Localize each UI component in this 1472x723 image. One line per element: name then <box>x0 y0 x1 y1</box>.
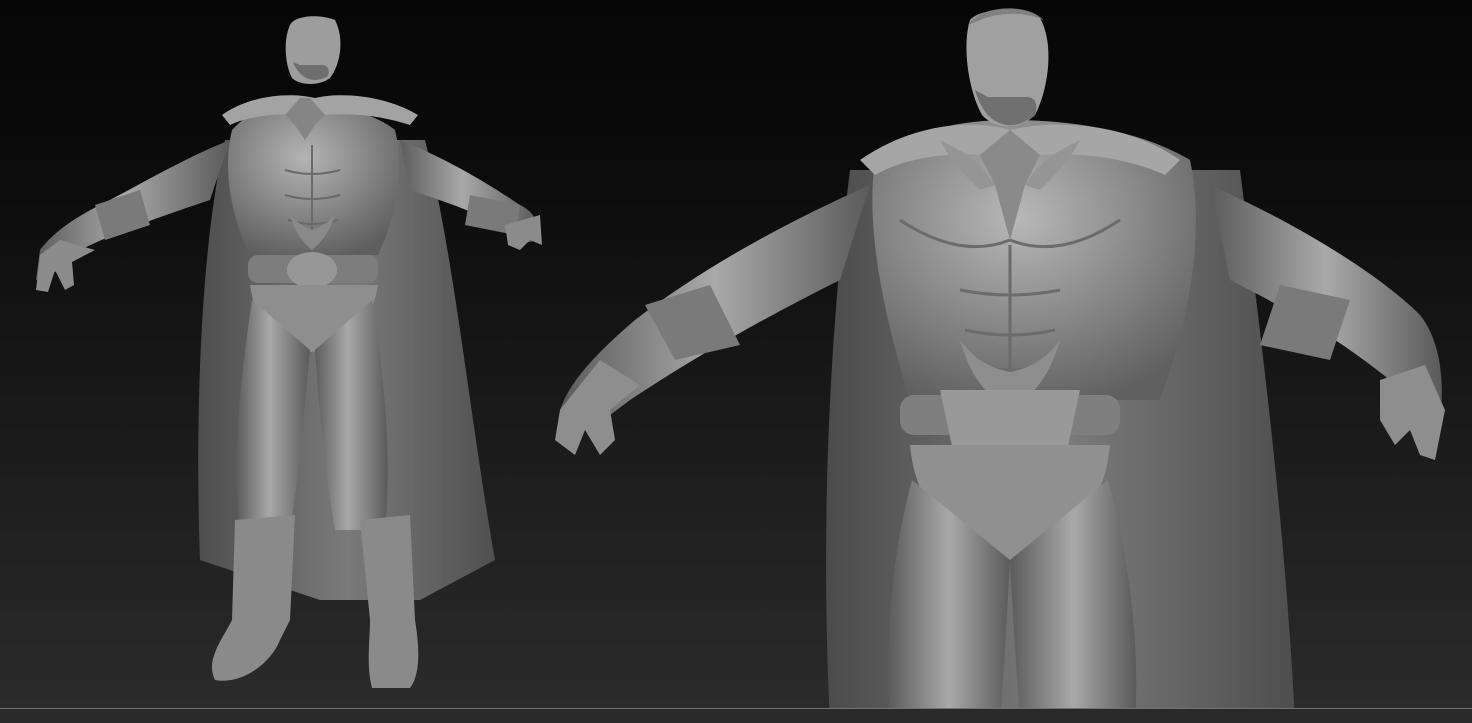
right-boot <box>360 515 419 688</box>
sculpt-viewport[interactable] <box>0 0 1472 723</box>
full-body-figure[interactable] <box>0 0 560 723</box>
belt-buckle <box>287 252 337 288</box>
bottom-status-strip <box>0 709 1472 723</box>
left-bracer <box>95 190 150 240</box>
closeup-figure[interactable] <box>540 0 1472 723</box>
